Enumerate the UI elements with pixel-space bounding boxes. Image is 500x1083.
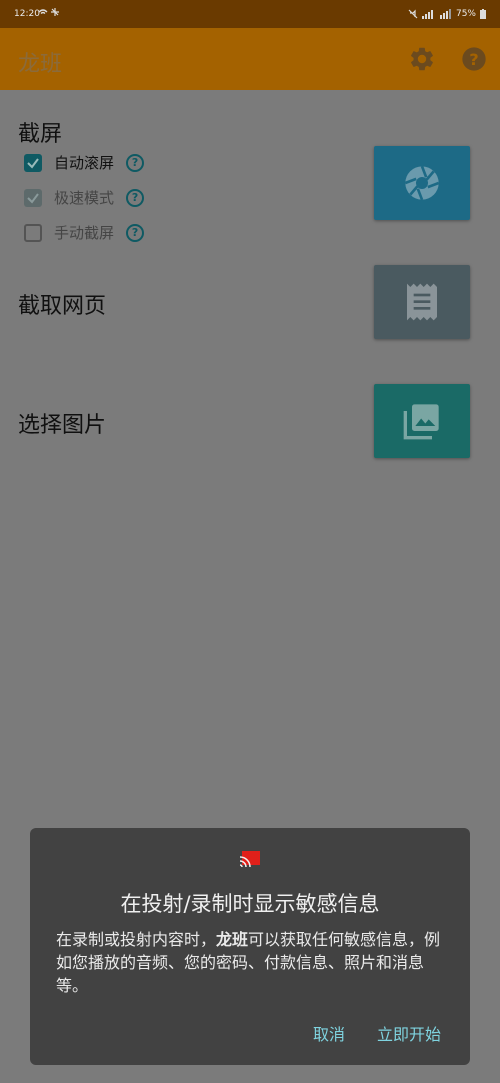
status-bar: 12:20 75% — [0, 0, 500, 28]
dialog-title: 在投射/录制时显示敏感信息 — [120, 892, 380, 916]
signal-icon — [421, 10, 433, 19]
fast-mode-help-icon[interactable]: ? — [126, 188, 145, 207]
auto-scroll-label: 自动滚屏 — [54, 154, 115, 172]
wifi-call-icon — [38, 8, 59, 16]
option-auto-scroll[interactable]: 自动滚屏 ? — [24, 152, 145, 173]
manual-screenshot-label: 手动截屏 — [54, 224, 115, 242]
cancel-button[interactable]: 取消 — [313, 1021, 345, 1045]
svg-text:?: ? — [469, 50, 478, 69]
fast-mode-label: 极速模式 — [54, 189, 115, 207]
start-now-button[interactable]: 立即开始 — [377, 1021, 441, 1045]
app-title: 龙班 — [18, 52, 63, 77]
signal-2-icon — [439, 9, 451, 19]
shutter-icon — [404, 165, 440, 201]
image-section-title: 选择图片 — [18, 413, 107, 438]
app-bar: 龙班 ? — [0, 28, 500, 90]
photo-library-icon — [403, 404, 439, 440]
check-icon — [27, 157, 39, 169]
webpage-section-title: 截取网页 — [18, 294, 107, 319]
manual-screenshot-help-icon[interactable]: ? — [126, 223, 145, 242]
mute-icon — [408, 9, 418, 19]
select-image-button[interactable] — [374, 384, 470, 458]
dialog-message: 在录制或投射内容时，龙班可以获取任何敏感信息，例如您播放的音频、您的密码、付款信… — [56, 928, 448, 997]
fast-mode-checkbox — [24, 188, 42, 207]
gear-icon[interactable] — [408, 45, 436, 73]
dialog-message-prefix: 在录制或投射内容时， — [56, 930, 217, 949]
receipt-icon — [407, 283, 437, 321]
cast-icon — [239, 850, 261, 872]
screen-capture-permission-dialog: 在投射/录制时显示敏感信息 在录制或投射内容时，龙班可以获取任何敏感信息，例如您… — [30, 828, 470, 1065]
capture-webpage-button[interactable] — [374, 265, 470, 339]
option-fast-mode: 极速模式 ? — [24, 187, 145, 208]
auto-scroll-help-icon[interactable]: ? — [126, 153, 145, 172]
option-manual-screenshot[interactable]: 手动截屏 ? — [24, 222, 145, 243]
status-time: 12:20 — [14, 9, 40, 19]
battery-icon — [480, 9, 486, 19]
check-icon — [27, 192, 39, 204]
help-icon[interactable]: ? — [460, 45, 488, 73]
screenshot-section-title: 截屏 — [18, 122, 63, 147]
status-right-group: 75% — [408, 9, 486, 19]
battery-percent: 75% — [455, 9, 476, 19]
auto-scroll-checkbox[interactable] — [24, 153, 42, 172]
manual-screenshot-checkbox[interactable] — [24, 223, 42, 242]
dialog-message-app-name: 龙班 — [216, 930, 249, 949]
status-notification-icons — [38, 7, 60, 20]
screenshot-button[interactable] — [374, 146, 470, 220]
